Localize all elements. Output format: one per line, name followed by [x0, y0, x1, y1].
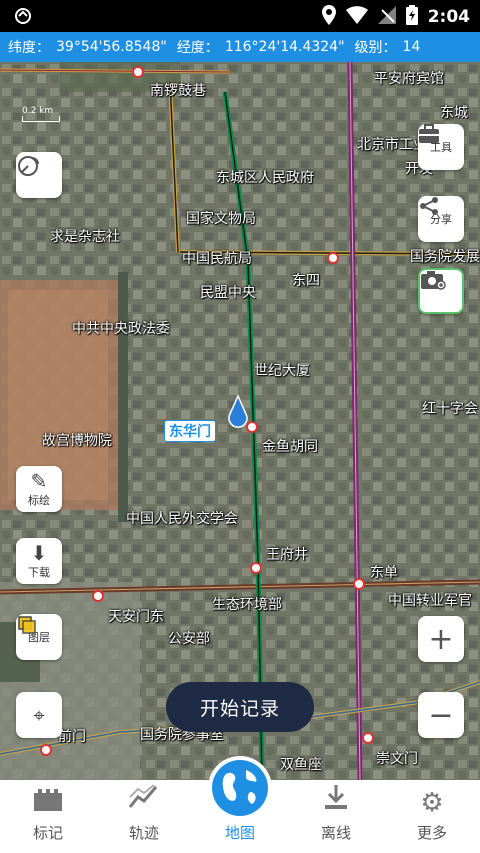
lat-value: 39°54'56.8548"	[56, 39, 167, 55]
zoom-out-button[interactable]: −	[418, 692, 464, 738]
map-label: 天安门东	[108, 609, 164, 625]
map-label: 平安府宾馆	[374, 71, 444, 87]
wifi-icon	[345, 6, 368, 28]
map-label: 中国转业军官	[388, 593, 472, 609]
layer-button[interactable]: 图层	[16, 614, 62, 660]
map-label: 东四	[292, 273, 320, 289]
level-value: 14	[402, 39, 421, 55]
nav-map[interactable]: 地图	[192, 756, 288, 853]
castle-icon	[32, 783, 64, 818]
track-icon	[128, 783, 160, 818]
nav-more[interactable]: ⚙ 更多	[384, 780, 480, 853]
nav-label: 更多	[416, 824, 447, 842]
start-recording-button[interactable]: 开始记录	[166, 682, 314, 732]
satellite-map[interactable]: 0.2 km 平安府宾馆 南锣鼓巷 东城 北京市工业 开发 东城区人民政府 国家…	[0, 62, 480, 780]
zoom-in-button[interactable]: +	[418, 616, 464, 662]
map-label: 金鱼胡同	[262, 439, 318, 455]
bottom-navigation: 标记 轨迹 地图 离线 ⚙ 更多	[0, 756, 480, 853]
nav-label: 地图	[224, 824, 255, 842]
battery-icon	[405, 5, 418, 29]
map-label: 东单	[370, 565, 398, 581]
globe-icon	[208, 756, 272, 820]
map-label: 国务院发展	[410, 249, 480, 265]
map-label: 北京市工业	[357, 137, 427, 153]
app-notification-icon	[14, 7, 32, 29]
crosshair-icon: ⌖	[33, 703, 45, 727]
map-label: 国家文物局	[186, 211, 256, 227]
map-label: 中共中央政法委	[72, 321, 170, 337]
map-label: 红十字会	[422, 401, 478, 417]
station-label-donghuamen: 东华门	[164, 420, 216, 442]
nav-marker[interactable]: 标记	[0, 780, 96, 853]
pencil-icon: ✎	[30, 469, 48, 493]
map-label: 崇文门	[376, 751, 418, 767]
map-label: 东城	[440, 105, 468, 121]
tools-button[interactable]: 工具	[418, 124, 464, 170]
mark-label: 标绘	[28, 494, 50, 507]
map-label: 南锣鼓巷	[150, 83, 206, 99]
share-button[interactable]: 分享	[418, 196, 464, 242]
map-label: 生态环境部	[212, 597, 282, 613]
lng-label: 经度：	[176, 40, 219, 56]
nav-label: 离线	[320, 824, 351, 842]
mark-button[interactable]: ✎ 标绘	[16, 466, 62, 512]
download-button[interactable]: ⬇ 下载	[16, 538, 62, 584]
zoom-out-icon: −	[428, 697, 454, 733]
download-icon: ⬇	[30, 541, 48, 565]
coordinate-bar: 纬度： 39°54'56.8548" 经度： 116°24'14.4324" 级…	[0, 32, 480, 62]
download-label: 下载	[28, 566, 50, 579]
map-label: 东城区人民政府	[216, 170, 314, 186]
satellite-button[interactable]	[16, 152, 62, 198]
map-label: 双鱼座	[280, 757, 322, 773]
location-icon	[321, 5, 336, 29]
nav-offline[interactable]: 离线	[288, 780, 384, 853]
map-label: 求是杂志社	[50, 229, 120, 245]
signal-icon	[377, 6, 396, 28]
lng-value: 116°24'14.4324"	[224, 39, 345, 55]
map-label: 王府井	[266, 547, 308, 563]
lat-label: 纬度：	[8, 40, 50, 56]
map-label: 公安部	[168, 631, 210, 647]
locate-button[interactable]: ⌖	[16, 692, 62, 738]
gear-icon: ⚙	[420, 788, 444, 818]
map-label: 前门	[58, 729, 86, 745]
status-time: 2:04	[427, 7, 470, 27]
download-icon	[322, 783, 350, 818]
nav-label: 轨迹	[128, 824, 159, 842]
status-bar: 2:04	[0, 0, 480, 32]
map-label: 民盟中央	[200, 285, 256, 301]
scale-text: 0.2 km	[22, 106, 54, 116]
camera-button[interactable]	[418, 268, 464, 314]
map-label: 世纪大厦	[254, 363, 310, 379]
map-scale: 0.2 km	[22, 106, 60, 122]
map-label: 中国民航局	[182, 251, 252, 267]
nav-track[interactable]: 轨迹	[96, 780, 192, 853]
level-label: 级别：	[354, 40, 397, 56]
map-label: 中国人民外交学会	[126, 511, 238, 527]
nav-label: 标记	[32, 824, 63, 842]
zoom-in-icon: +	[428, 621, 454, 657]
map-label: 故宫博物院	[42, 433, 112, 449]
